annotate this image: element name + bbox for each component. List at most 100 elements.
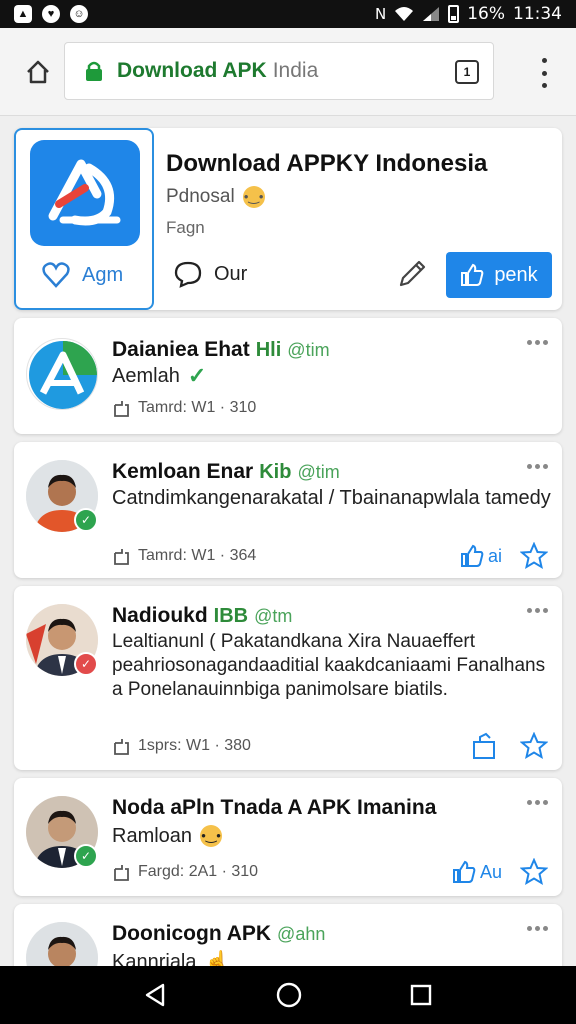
browser-toolbar: Download APK India 1 [0,28,576,116]
verified-badge-icon: ✓ [74,844,98,868]
app-subtitle-2: Fagn [166,218,205,237]
dot [527,608,532,613]
post-author[interactable]: Nadioukd [112,604,208,628]
thumbs-up-icon [461,263,484,286]
verified-badge-icon: ✓ [74,652,98,676]
comment-label: Our [214,262,248,285]
like-button[interactable]: Au [452,860,502,884]
like-label: Au [479,861,502,882]
tab-switcher-button[interactable]: 1 [455,60,479,84]
dot [541,70,547,76]
app-logo[interactable] [30,140,140,246]
vibrate-icon: N [374,5,387,23]
post-handle: @tm [254,606,293,626]
feed-post[interactable]: Doonicogn APK @ahn Kannriala ☝ [14,904,562,966]
like-label: ai [487,545,502,566]
feed-post[interactable]: ✓ Noda aPln Tnada A APK Imanina Ramloan … [14,778,562,896]
post-meta: Fargd: 2A1 · 310 [112,862,258,882]
status-bar: ▲ ♥ ☺ N 16% 11:34 [0,0,576,28]
post-text: Lealtianunl ( Pakatandkana Xira Nauaeffe… [112,631,546,700]
app-title: Download APPKY Indonesia [166,150,488,177]
comment-icon [174,261,202,288]
share-icon[interactable] [470,732,498,760]
dot [527,800,532,805]
post-tag: Hli [255,339,282,361]
download-button[interactable]: penk [446,252,552,298]
post-meta-text: 1sprs: W1 · 380 [138,737,251,754]
avatar[interactable] [26,922,98,966]
post-author[interactable]: Kemloan Enar [112,460,253,484]
clock: 11:34 [513,4,562,24]
app-icon-panel: Agm [14,128,154,310]
verified-badge-icon: ✓ [74,508,98,532]
dot [543,608,548,613]
battery-percent: 16% [467,4,505,24]
repost-icon [114,865,129,881]
post-text: Kannriala ☝ [112,950,552,966]
more-options-button[interactable] [527,926,548,931]
post-author[interactable]: Daianiea Ehat [112,338,250,362]
heart-icon [42,262,70,288]
more-options-button[interactable] [527,464,548,469]
app-card: Agm Download APPKY Indonesia Pdnosal •‿•… [14,128,562,310]
battery-icon [448,5,460,23]
more-options-button[interactable] [527,340,548,345]
dot [535,800,540,805]
dot [543,926,548,931]
post-meta-text: Tamrd: W1 · 364 [138,547,257,564]
post-author[interactable]: Noda aPln Tnada A APK Imanina [112,796,436,820]
dot [527,926,532,931]
home-button[interactable] [22,56,54,88]
favorite-label: Agm [82,263,124,286]
dot [527,464,532,469]
comment-button[interactable]: Our [174,260,247,288]
favorite-button[interactable]: Agm [42,262,123,288]
like-button[interactable]: ai [460,544,502,568]
post-text: Ramloan •‿• [112,824,552,848]
back-icon[interactable] [143,982,169,1008]
app-subtitle: Pdnosal •‿• [166,186,265,208]
home-icon [27,60,49,84]
post-header: Nadioukd IBB @tm [112,604,292,628]
edit-button[interactable] [394,256,430,292]
overflow-menu-button[interactable] [538,58,550,88]
post-handle: @ahn [277,924,326,944]
post-header: Noda aPln Tnada A APK Imanina [112,796,436,820]
feed-post[interactable]: ✓ Kemloan Enar Kib @tim Catndimkangenara… [14,442,562,578]
recents-icon[interactable] [409,983,433,1007]
dot [535,464,540,469]
dot [527,340,532,345]
dot [535,340,540,345]
post-text-content: Ramloan [112,825,193,847]
emoji-icon: •‿• [242,186,265,208]
home-circle-icon[interactable] [275,981,303,1009]
more-options-button[interactable] [527,800,548,805]
star-icon[interactable] [520,732,548,760]
post-text-content: Aemlah [112,365,180,387]
system-nav-bar [0,966,576,1024]
post-handle: @tim [287,340,330,360]
dot [541,83,547,88]
pointer-icon: ☝ [204,951,230,966]
avatar[interactable] [26,338,98,410]
post-text: Catndimkangenarakatal / Tbainanapwlala t… [112,487,551,509]
dot [535,926,540,931]
feed-post[interactable]: ✓ Nadioukd IBB @tm Lealtianunl ( Pakatan… [14,586,562,770]
emoji-icon: •‿• [200,825,223,847]
apk-logo-icon [29,341,97,409]
pencil-icon [399,260,426,287]
more-options-button[interactable] [527,608,548,613]
star-icon[interactable] [520,542,548,570]
star-icon[interactable] [520,858,548,886]
post-meta: 1sprs: W1 · 380 [112,736,251,756]
post-actions [470,732,548,760]
feed-post[interactable]: Daianiea Ehat Hli @tim Aemlah ✓ Tamrd: W… [14,318,562,434]
thumbs-up-icon [452,860,476,883]
dot [541,58,547,63]
post-author[interactable]: Doonicogn APK [112,922,271,946]
emoji-notification-icon: ☺ [70,5,88,23]
person-photo [26,922,98,966]
post-header: Doonicogn APK @ahn [112,922,325,946]
url-bar[interactable]: Download APK India 1 [64,42,494,100]
check-icon: ✓ [187,363,207,388]
